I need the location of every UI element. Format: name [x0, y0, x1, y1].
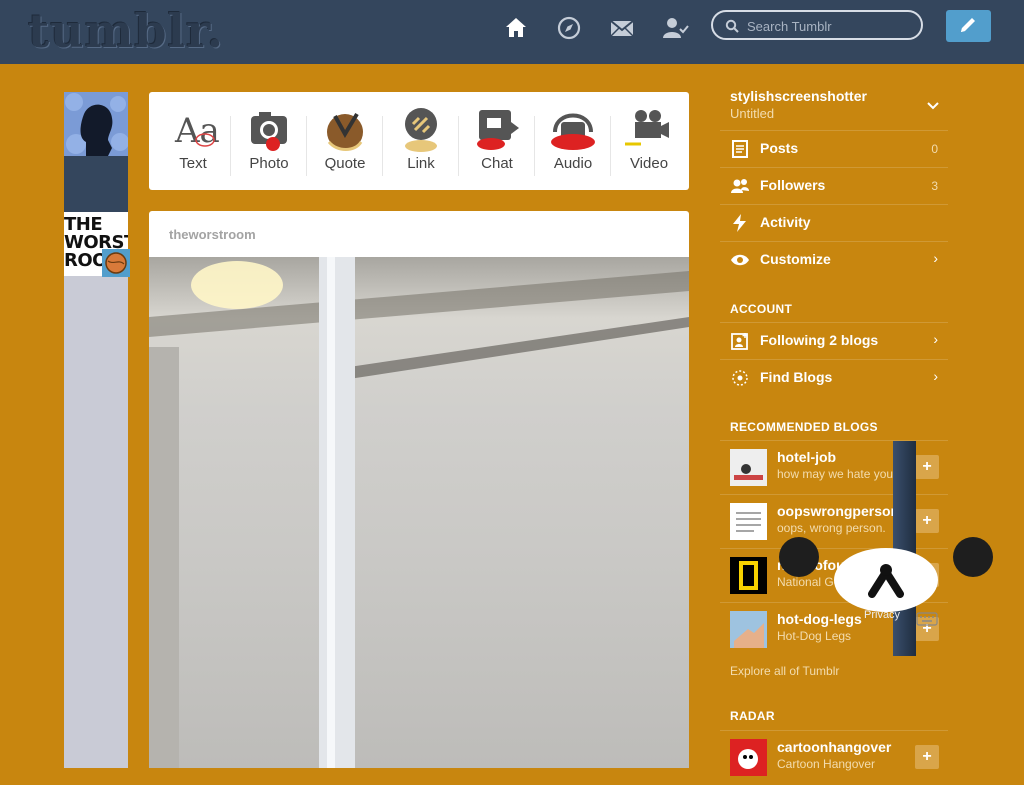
blog-subtitle: Untitled: [730, 106, 775, 121]
explore-link[interactable]: Explore all of Tumblr: [730, 664, 839, 678]
link-icon: [405, 108, 437, 152]
chevron-right-icon: ›: [933, 368, 938, 384]
sidebar-item-customize[interactable]: Customize ›: [720, 241, 948, 278]
recaptcha-badge[interactable]: Privacy: [834, 548, 938, 621]
blog-name[interactable]: stylishscreenshotter: [730, 88, 867, 104]
post-type-label: Video: [629, 155, 669, 172]
quote-icon: [327, 112, 363, 151]
svg-text:Aa: Aa: [174, 111, 220, 151]
follow-plus-button[interactable]: +: [915, 509, 939, 533]
chat-icon: [477, 110, 519, 150]
blog-avatar: [730, 557, 767, 594]
sidebar-item-activity[interactable]: Activity: [720, 204, 948, 241]
account-icon[interactable]: [661, 14, 689, 42]
mail-icon[interactable]: [608, 14, 636, 42]
blog-description: Hot-Dog Legs: [777, 629, 852, 643]
sidebar-item-find-blogs[interactable]: Find Blogs ›: [720, 359, 948, 396]
top-bar: tumblr.: [0, 0, 1024, 64]
home-icon[interactable]: [502, 14, 530, 42]
sidebar-item-label: Following 2 blogs: [760, 332, 879, 348]
blog-name-link[interactable]: hotel-job: [777, 449, 836, 465]
video-camera-icon: [625, 110, 669, 146]
keyboard-icon: [916, 612, 938, 626]
post-author-name[interactable]: theworstroom: [169, 227, 256, 242]
post-type-label: Audio: [553, 155, 593, 172]
sidebar-item-label: Activity: [760, 214, 811, 230]
user-avatar[interactable]: [64, 92, 128, 156]
dashboard-left-strip-lower: [64, 276, 128, 768]
sidebar-item-label: Posts: [760, 140, 799, 156]
chevron-down-icon[interactable]: [927, 102, 939, 110]
following-icon: [731, 333, 748, 350]
privacy-label[interactable]: Privacy: [864, 609, 900, 621]
posts-icon: [732, 140, 748, 158]
blog-name-link[interactable]: hot-dog-legs: [777, 611, 862, 627]
posts-count: 0: [931, 142, 938, 156]
sidebar-item-posts[interactable]: Posts 0: [720, 130, 948, 167]
blog-description: Cartoon Hangover: [777, 757, 876, 771]
reblog-badge-icon: [102, 249, 130, 277]
search-box[interactable]: [711, 10, 923, 40]
sidebar-item-following[interactable]: Following 2 blogs ›: [720, 322, 948, 359]
blog-description: oops, wrong person.: [777, 521, 886, 535]
post-type-video[interactable]: Video: [611, 102, 687, 182]
follow-plus-button[interactable]: +: [915, 455, 939, 479]
post-type-link[interactable]: Link: [383, 102, 459, 182]
post-types-box: Aa Text Photo Quote Link Chat Audio Vide…: [149, 92, 689, 190]
explore-icon[interactable]: [555, 14, 583, 42]
post-type-text[interactable]: Aa Text: [155, 102, 231, 182]
find-blogs-icon: [732, 370, 748, 386]
post-type-audio[interactable]: Audio: [535, 102, 611, 182]
text-post-icon: Aa: [174, 111, 220, 151]
compose-button[interactable]: [946, 10, 991, 42]
sidebar-item-followers[interactable]: Followers 3: [720, 167, 948, 204]
tumblr-logo[interactable]: tumblr.: [28, 4, 224, 58]
blog-name-link[interactable]: cartoonhangover: [777, 739, 891, 755]
follow-plus-button[interactable]: +: [915, 745, 939, 769]
search-input[interactable]: [745, 16, 919, 36]
recaptcha-icon: [868, 564, 904, 598]
headphones-icon: [551, 113, 595, 150]
post-type-label: Chat: [481, 155, 513, 172]
pencil-icon: [961, 18, 975, 32]
chevron-right-icon: ›: [933, 331, 938, 347]
post-type-chat[interactable]: Chat: [459, 102, 535, 182]
sidebar-item-label: Followers: [760, 177, 826, 193]
blog-avatar: [730, 449, 767, 486]
eye-icon: [731, 254, 749, 266]
overlay-dot: [779, 537, 819, 577]
camera-icon: [251, 112, 287, 151]
post-type-label: Quote: [324, 155, 366, 172]
post-type-label: Text: [179, 155, 207, 172]
user-avatar-icon: [65, 93, 128, 156]
blog-name-link[interactable]: oopswrongpersons: [777, 503, 907, 519]
post-photo[interactable]: [149, 257, 689, 768]
radar-heading: RADAR: [730, 709, 775, 723]
radar-blog[interactable]: cartoonhangover Cartoon Hangover +: [720, 730, 948, 785]
sidebar-item-label: Customize: [760, 251, 831, 267]
post-type-label: Photo: [249, 155, 289, 172]
post-type-photo[interactable]: Photo: [231, 102, 307, 182]
blog-avatar: [730, 611, 767, 648]
post-photo-image: [149, 257, 689, 768]
followers-icon: [731, 179, 749, 193]
blog-avatar: [730, 739, 767, 776]
followers-count: 3: [931, 179, 938, 193]
lightning-icon: [733, 214, 746, 232]
search-icon: [725, 19, 739, 33]
blog-avatar: [730, 503, 767, 540]
sidebar-item-label: Find Blogs: [760, 369, 833, 385]
dashboard-post: theworstroom: [149, 211, 689, 768]
chevron-right-icon: ›: [933, 250, 938, 266]
post-type-quote[interactable]: Quote: [307, 102, 383, 182]
overlay-dot: [953, 537, 993, 577]
account-heading: ACCOUNT: [730, 302, 793, 316]
recommended-heading: RECOMMENDED BLOGS: [730, 420, 878, 434]
post-type-label: Link: [407, 155, 435, 172]
blog-description: how may we hate you?: [777, 467, 900, 481]
